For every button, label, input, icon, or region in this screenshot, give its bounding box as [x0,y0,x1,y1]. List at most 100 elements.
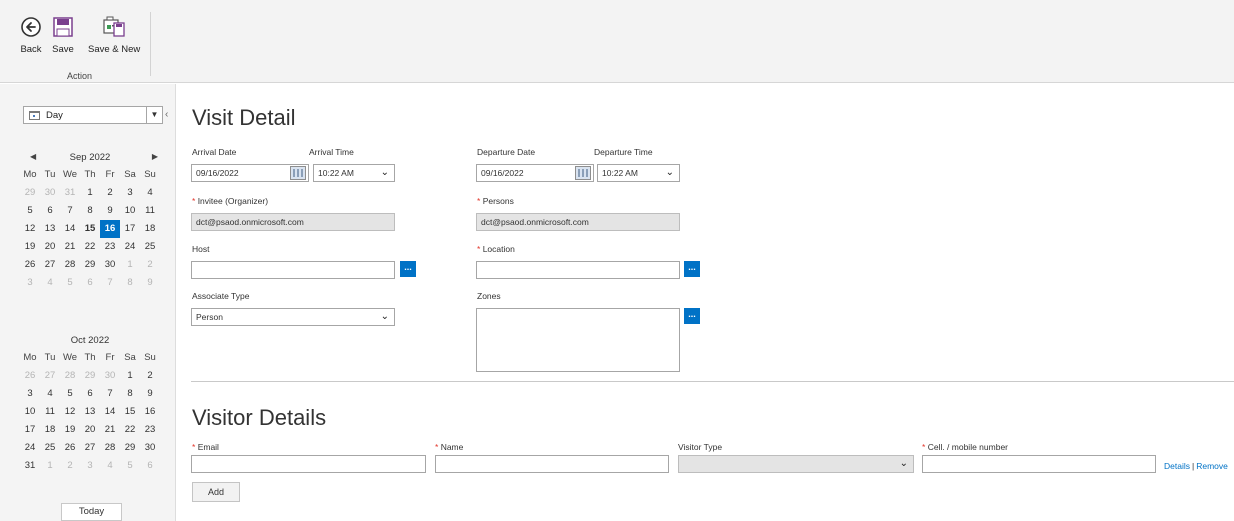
calendar-day[interactable]: 3 [20,385,40,403]
calendar-day[interactable]: 28 [60,367,80,385]
remove-link[interactable]: Remove [1196,461,1228,471]
calendar-day[interactable]: 3 [80,457,100,475]
calendar-day[interactable]: 28 [100,439,120,457]
calendar-day[interactable]: 11 [40,403,60,421]
calendar-day[interactable]: 30 [40,184,60,202]
calendar-day[interactable]: 7 [100,385,120,403]
calendar-day[interactable]: 10 [20,403,40,421]
arrival-time-select[interactable]: 10:22 AM ⌄ [313,164,395,182]
host-lookup-button[interactable]: ... [400,261,416,277]
calendar-day[interactable]: 25 [40,439,60,457]
view-select[interactable]: Day ▼ [23,106,163,124]
host-input[interactable] [191,261,395,279]
calendar-day[interactable]: 3 [20,274,40,292]
calendar-day[interactable]: 4 [40,385,60,403]
calendar-day[interactable]: 29 [80,367,100,385]
calendar-day[interactable]: 29 [80,256,100,274]
zones-lookup-button[interactable]: ... [684,308,700,324]
calendar-day[interactable]: 25 [140,238,160,256]
calendar-day[interactable]: 5 [60,274,80,292]
calendar-day[interactable]: 20 [80,421,100,439]
departure-date-input[interactable]: 09/16/2022 [476,164,594,182]
calendar-day[interactable]: 21 [60,238,80,256]
calendar-day[interactable]: 29 [120,439,140,457]
calendar-day[interactable]: 3 [120,184,140,202]
date-picker-icon[interactable] [290,166,306,180]
calendar-day[interactable]: 1 [120,367,140,385]
calendar-day[interactable]: 18 [40,421,60,439]
back-button[interactable]: Back [20,16,42,55]
calendar-day[interactable]: 2 [140,256,160,274]
calendar-day[interactable]: 6 [40,202,60,220]
calendar-day[interactable]: 5 [20,202,40,220]
date-picker-icon[interactable] [575,166,591,180]
calendar-day[interactable]: 1 [120,256,140,274]
calendar-day[interactable]: 16 [140,403,160,421]
calendar-day[interactable]: 12 [20,220,40,238]
arrival-date-input[interactable]: 09/16/2022 [191,164,309,182]
today-button[interactable]: Today [61,503,122,521]
calendar-day[interactable]: 1 [40,457,60,475]
calendar-day[interactable]: 27 [40,256,60,274]
visitor-type-select[interactable]: ⌄ [678,455,914,473]
calendar-day[interactable]: 19 [60,421,80,439]
calendar-day[interactable]: 27 [80,439,100,457]
calendar-day[interactable]: 8 [120,274,140,292]
calendar-day[interactable]: 26 [20,256,40,274]
calendar-day[interactable]: 4 [40,274,60,292]
calendar-day[interactable]: 2 [100,184,120,202]
add-visitor-button[interactable]: Add [192,482,240,502]
calendar-day[interactable]: 27 [40,367,60,385]
calendar-day[interactable]: 19 [20,238,40,256]
calendar-day[interactable]: 26 [60,439,80,457]
calendar-day[interactable]: 10 [120,202,140,220]
calendar-day[interactable]: 1 [80,184,100,202]
calendar-day[interactable]: 15 [120,403,140,421]
save-button[interactable]: Save [52,16,74,55]
calendar-day[interactable]: 9 [140,274,160,292]
calendar-day[interactable]: 2 [140,367,160,385]
calendar-day[interactable]: 9 [140,385,160,403]
calendar-day[interactable]: 12 [60,403,80,421]
selected-day[interactable]: 16 [100,220,120,238]
calendar-day[interactable]: 2 [60,457,80,475]
details-link[interactable]: Details [1164,461,1190,471]
prev-month-icon[interactable]: ◀ [30,152,36,161]
calendar-day[interactable]: 6 [80,385,100,403]
calendar-day[interactable]: 5 [60,385,80,403]
visitor-email-input[interactable] [191,455,426,473]
calendar-day[interactable]: 4 [100,457,120,475]
calendar-day[interactable]: 8 [80,202,100,220]
calendar-day[interactable]: 20 [40,238,60,256]
visitor-mobile-input[interactable] [922,455,1156,473]
calendar-day[interactable]: 18 [140,220,160,238]
calendar-day[interactable]: 30 [100,256,120,274]
calendar-day[interactable]: 14 [100,403,120,421]
calendar-day[interactable]: 30 [100,367,120,385]
calendar-day[interactable]: 31 [20,457,40,475]
calendar-day[interactable]: 28 [60,256,80,274]
calendar-day[interactable]: 6 [140,457,160,475]
calendar-day[interactable]: 13 [40,220,60,238]
calendar-day[interactable]: 8 [120,385,140,403]
calendar-day[interactable]: 5 [120,457,140,475]
calendar-day[interactable]: 24 [120,238,140,256]
calendar-day[interactable]: 7 [100,274,120,292]
calendar-day[interactable]: 14 [60,220,80,238]
calendar-day[interactable]: 22 [80,238,100,256]
calendar-day[interactable]: 23 [140,421,160,439]
calendar-day[interactable]: 31 [60,184,80,202]
calendar-day[interactable]: 15 [80,220,100,238]
calendar-day[interactable]: 21 [100,421,120,439]
calendar-day[interactable]: 4 [140,184,160,202]
calendar-day[interactable]: 22 [120,421,140,439]
calendar-day[interactable]: 23 [100,238,120,256]
calendar-day[interactable]: 13 [80,403,100,421]
calendar-day[interactable]: 30 [140,439,160,457]
departure-time-select[interactable]: 10:22 AM ⌄ [597,164,680,182]
calendar-day[interactable]: 17 [20,421,40,439]
calendar-day[interactable]: 6 [80,274,100,292]
save-and-new-button[interactable]: Save & New [88,16,140,55]
calendar-day[interactable]: 17 [120,220,140,238]
calendar-day[interactable]: 11 [140,202,160,220]
